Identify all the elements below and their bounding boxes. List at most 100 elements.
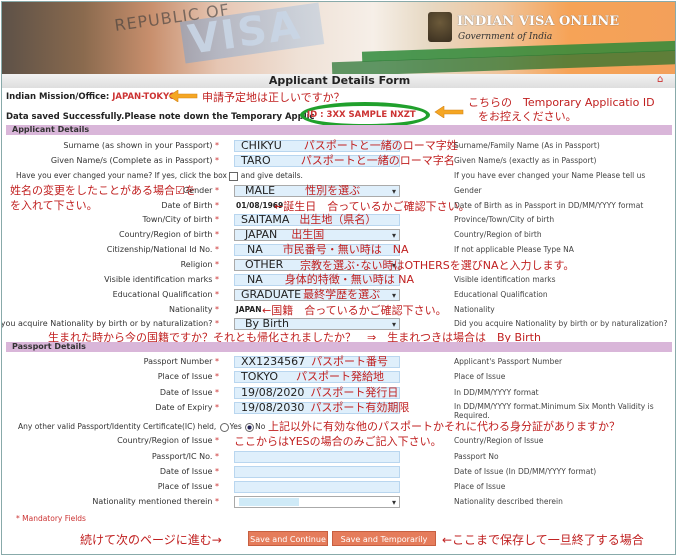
ic-number-label: Passport/IC No. *	[151, 452, 219, 461]
town-input[interactable]: SAITAMA 出生地（県名）	[234, 214, 400, 226]
country-birth-label: Country/Region of birth *	[118, 230, 219, 239]
town-label: Town/City of birth *	[142, 215, 219, 224]
name-changed-label: Have you ever changed your name? If yes,…	[16, 171, 303, 181]
dob-label: Date of Birth *	[161, 201, 219, 210]
date-issue-label: Date of Issue *	[159, 388, 219, 397]
nationality-therein-hint: Nationality described therein	[454, 497, 563, 506]
place-issue-2-label: Place of Issue *	[157, 482, 219, 491]
date-issue-input[interactable]: 19/08/2020 パスポート発行日	[234, 387, 400, 399]
annotation-tempid-2: をお控えください。	[478, 110, 577, 123]
visible-marks-input[interactable]: NA 身体的特徴・無い時は NA	[234, 274, 414, 286]
gender-select[interactable]: MALE 性別を選ぶ ▾	[234, 185, 400, 197]
annotation-dob: ←誕生日 合っているかご確認下さい。	[274, 200, 470, 213]
gender-hint: Gender	[454, 186, 482, 195]
passport-number-hint: Applicant's Passport Number	[454, 357, 563, 366]
annotation-religion: 宗教を選ぶ･ない時はOTHERSを選びNAと入力します。	[300, 259, 575, 272]
country-birth-select[interactable]: JAPAN 出生国 ▾	[234, 229, 400, 241]
other-passport-no-radio[interactable]	[245, 422, 255, 432]
place-issue-hint: Place of Issue	[454, 372, 506, 381]
given-name-label: Given Name/s (Complete as in Passport) *	[50, 156, 219, 165]
temporary-id-label: ID :	[307, 110, 324, 120]
country-birth-hint: Country/Region of birth	[454, 230, 542, 239]
other-passport-yes-radio[interactable]	[219, 422, 229, 432]
citizen-id-input[interactable]: NA 市民番号・無い時は NA	[234, 244, 409, 256]
chevron-down-icon: ▾	[391, 187, 396, 196]
mission-value: JAPAN-TOKYO	[112, 92, 177, 102]
citizen-id-hint: If not applicable Please Type NA	[454, 245, 574, 254]
temporary-id: ID : 3XX SAMPLE NXZT	[307, 110, 416, 120]
home-icon[interactable]: ⌂	[657, 75, 669, 85]
date-expiry-label: Date of Expiry *	[155, 403, 219, 412]
other-passport-label: Any other valid Passport/Identity Certif…	[18, 422, 266, 432]
header-banner: REPUBLIC OF VISA INDIAN VISA ONLINE Gove…	[2, 2, 675, 74]
education-select[interactable]: GRADUATE 最終学歴を選ぶ ▾	[234, 289, 400, 301]
annotation-nationality: ←国籍 合っているかご確認下さい。	[262, 304, 447, 317]
mission-label: Indian Mission/Office:	[6, 92, 110, 102]
save-and-continue-button[interactable]: Save and Continue	[248, 531, 328, 546]
section-passport-details: Passport Details	[6, 342, 672, 352]
acquire-nationality-hint: Did you acquire Nationality by birth or …	[454, 319, 668, 328]
religion-label: Religion *	[180, 260, 219, 269]
chevron-down-icon: ▾	[391, 231, 396, 240]
place-issue-label: Place of Issue *	[157, 372, 219, 381]
place-issue-2-input[interactable]	[234, 481, 400, 493]
given-name-input[interactable]: TARO パスポートと一緒のローマ字名	[234, 155, 455, 167]
acquire-nationality-label: Did you acquire Nationality by birth or …	[1, 319, 219, 328]
citizen-id-label: Citizenship/National Id No. *	[106, 245, 219, 254]
gender-label: Gender *	[182, 186, 219, 195]
name-changed-checkbox[interactable]	[229, 171, 239, 181]
surname-hint: Surname/Family Name (As in Passport)	[454, 141, 600, 150]
site-logo-title: INDIAN VISA ONLINE	[457, 14, 620, 29]
date-expiry-hint: In DD/MM/YYYY format.Minimum Six Month V…	[454, 402, 654, 411]
dob-hint: Date of Birth as in Passport in DD/MM/YY…	[454, 201, 644, 210]
ic-number-input[interactable]	[234, 451, 400, 463]
date-issue-hint: In DD/MM/YYYY format	[454, 388, 539, 397]
country-issue-label: Country/Region of Issue *	[117, 436, 219, 445]
annotation-yes-only: ここからはYESの場合のみご記入下さい。	[234, 435, 442, 448]
chevron-down-icon: ▾	[391, 291, 396, 300]
temporary-id-value: 3XX SAMPLE NXZT	[326, 110, 416, 120]
annotation-name-changed-1: 姓名の変更をしたことがある場合☑を	[10, 184, 196, 197]
annotation-name-changed-2: を入れて下さい。	[10, 199, 98, 212]
nationality-label: Nationality *	[169, 305, 219, 314]
arrow-left-icon	[434, 106, 464, 118]
mandatory-note: * Mandatory Fields	[16, 514, 86, 523]
given-name-hint: Given Name/s (exactly as in Passport)	[454, 156, 597, 165]
arrow-left-icon	[168, 90, 198, 102]
nationality-therein-select[interactable]: ▾	[234, 496, 400, 508]
date-issue-2-label: Date of Issue *	[159, 467, 219, 476]
town-hint: Province/Town/City of birth	[454, 215, 555, 224]
mission-info: Indian Mission/Office: JAPAN-TOKYO	[6, 92, 176, 102]
nationality-therein-label: Nationality mentioned therein *	[92, 497, 219, 506]
passport-number-label: Passport Number *	[143, 357, 219, 366]
name-changed-hint: If you have ever changed your Name Pleas…	[454, 171, 646, 180]
nationality-value: JAPAN	[236, 305, 262, 314]
visible-marks-hint: Visible identification marks	[454, 275, 556, 284]
country-issue-hint: Country/Region of Issue	[454, 436, 544, 445]
date-expiry-input[interactable]: 19/08/2030 パスポート有効期限	[234, 402, 409, 414]
place-issue-2-hint: Place of Issue	[454, 482, 506, 491]
chevron-down-icon: ▾	[391, 498, 396, 507]
page-title: Applicant Details Form	[2, 74, 675, 88]
site-logo-subtitle: Government of India	[458, 32, 553, 42]
annotation-exit: ←ここまで保存して一旦終了する場合	[442, 533, 644, 547]
surname-label: Surname (as shown in your Passport) *	[63, 141, 219, 150]
date-issue-2-input[interactable]	[234, 466, 400, 478]
annotation-mission: 申請予定地は正しいですか？	[202, 91, 345, 104]
nationality-hint: Nationality	[454, 305, 495, 314]
page-frame: REPUBLIC OF VISA INDIAN VISA ONLINE Gove…	[1, 1, 676, 555]
ic-number-hint: Passport No	[454, 452, 499, 461]
date-issue-2-hint: Date of Issue (In DD/MM/YYYY format)	[454, 467, 597, 476]
annotation-continue: 続けて次のページに進む→	[80, 533, 222, 547]
education-hint: Educational Qualification	[454, 290, 548, 299]
visible-marks-label: Visible identification marks *	[104, 275, 219, 284]
surname-input[interactable]: CHIKYU パスポートと一緒のローマ字姓	[234, 140, 458, 152]
education-label: Educational Qualification *	[112, 290, 219, 299]
section-applicant-details: Applicant Details	[6, 125, 672, 135]
place-issue-input[interactable]: TOKYO パスポート発給地	[234, 371, 400, 383]
save-and-exit-button[interactable]: Save and Temporarily Exit	[332, 531, 436, 554]
saved-message: Data saved Successfully.Please note down…	[6, 112, 315, 122]
emblem-icon	[428, 12, 452, 42]
passport-number-input[interactable]: XX1234567 パスポート番号	[234, 356, 400, 368]
annotation-other-passport: 上記以外に有効な他のパスポートかそれに代わる身分証がありますか？	[268, 420, 620, 433]
